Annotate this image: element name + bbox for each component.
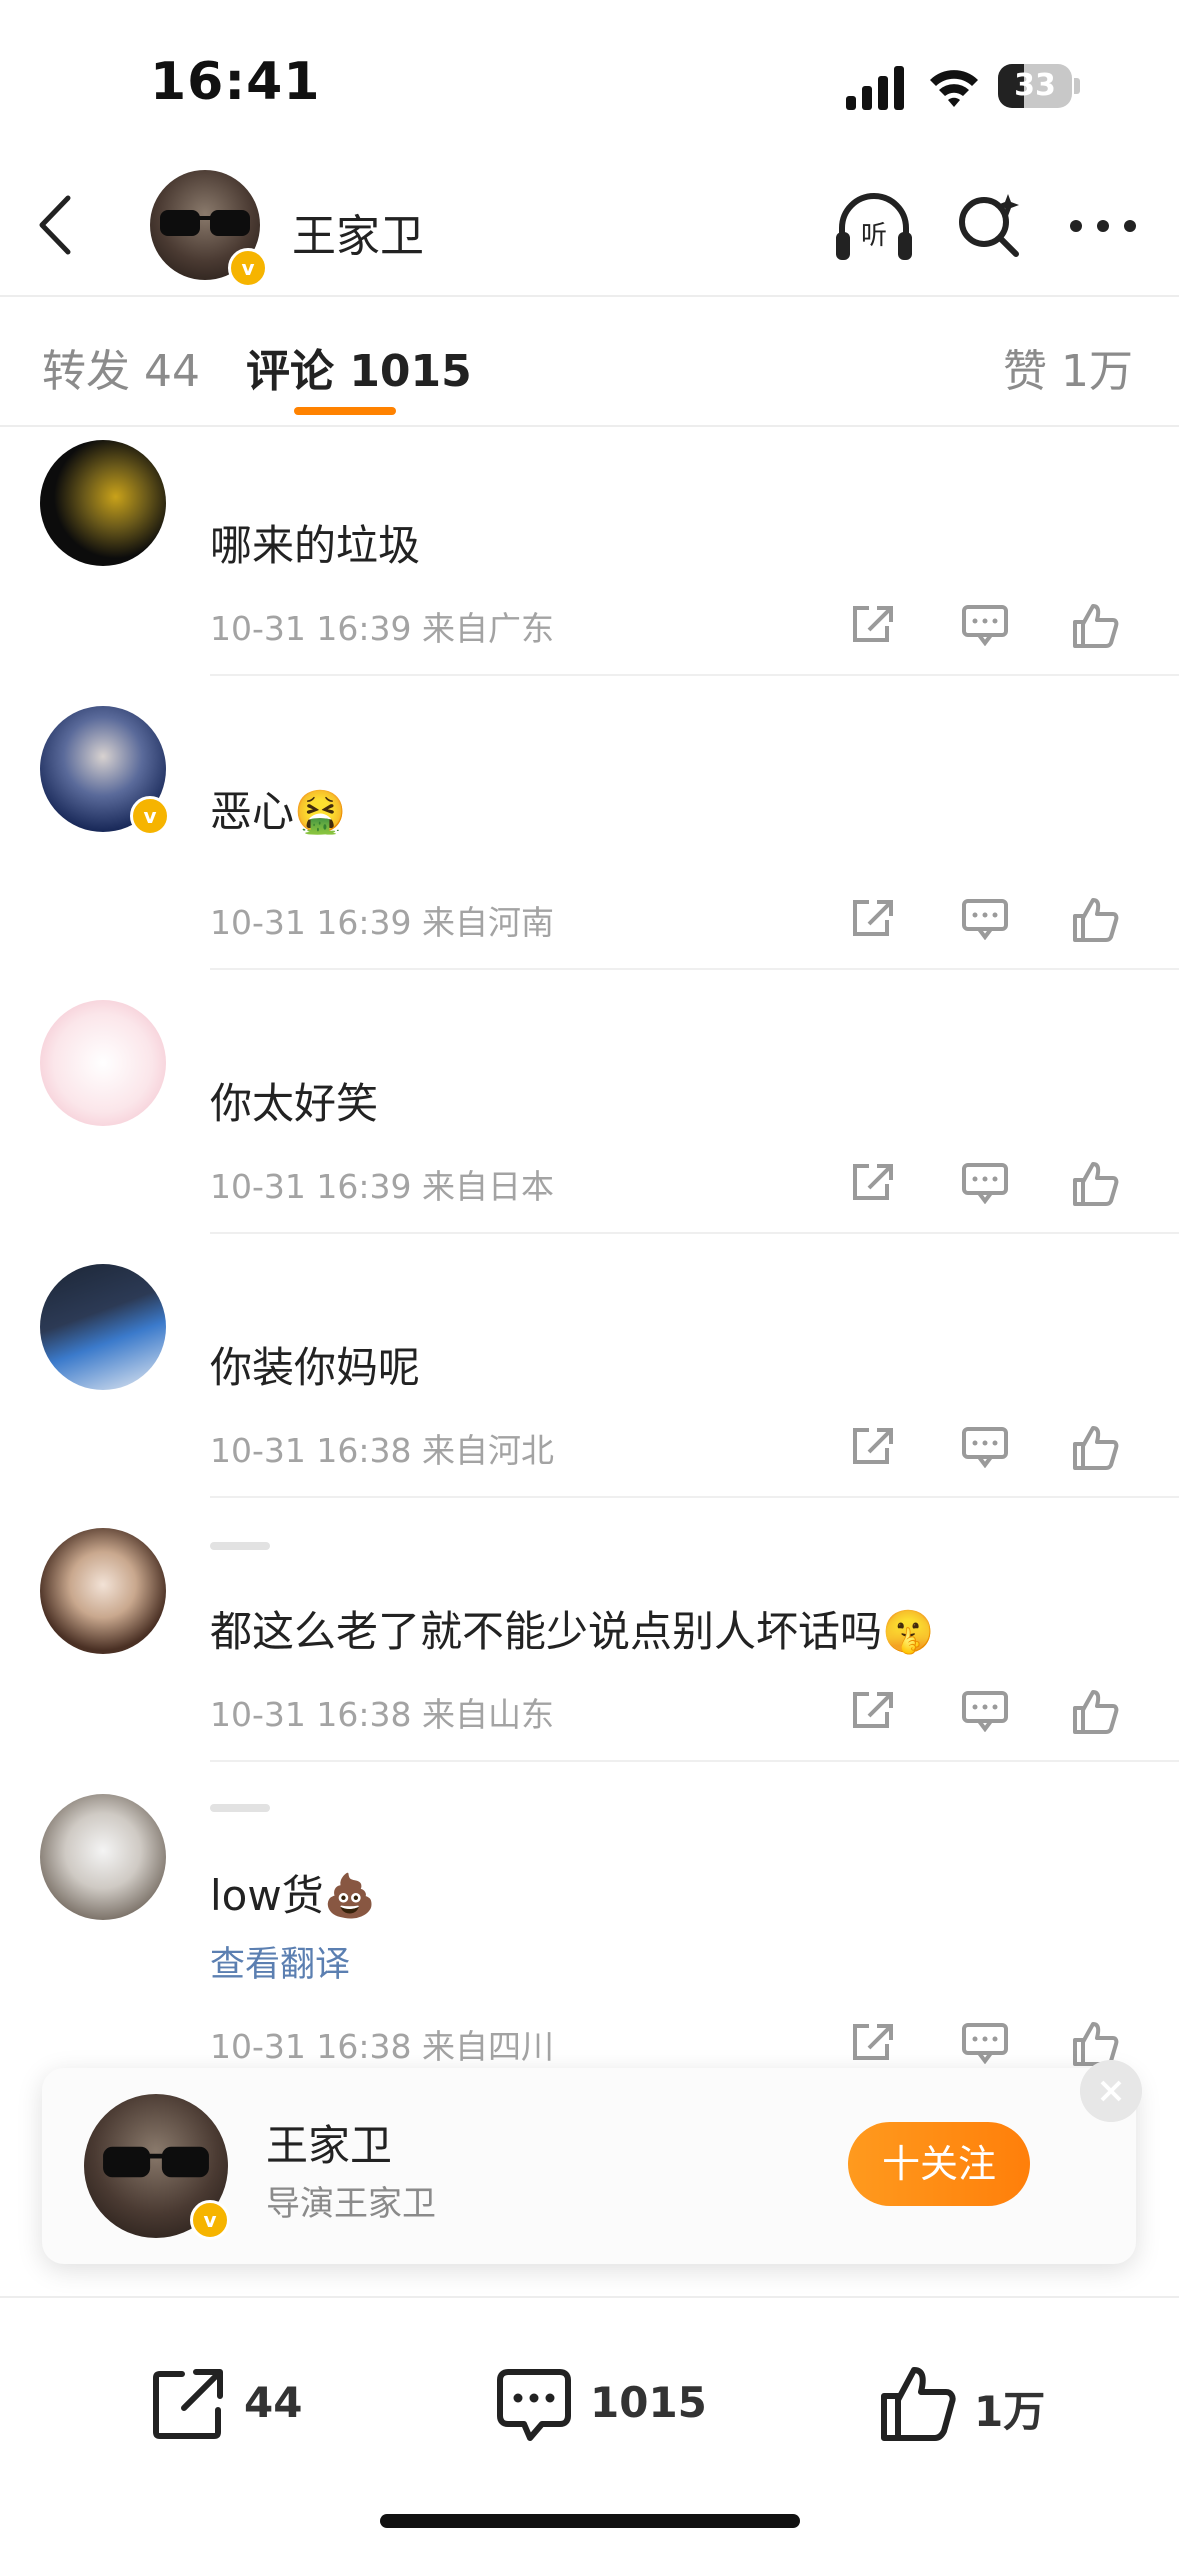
tab-likes[interactable]: 赞 1万 xyxy=(1003,335,1133,399)
comment-time: 10-31 16:38 xyxy=(210,2027,412,2066)
comment-time: 10-31 16:39 xyxy=(210,903,412,942)
svg-text:听: 听 xyxy=(861,221,887,251)
comment-meta: 10-31 16:39 来自广东 xyxy=(210,602,554,650)
repost-button[interactable]: 44 xyxy=(148,2364,308,2444)
status-bar: 16:41 33 xyxy=(0,0,1179,150)
comment-actions xyxy=(849,1418,1139,1474)
like-icon xyxy=(881,2367,956,2441)
like-count: 1万 xyxy=(974,2387,1046,2436)
comment-icon[interactable] xyxy=(961,1160,1009,1204)
comment-icon[interactable] xyxy=(961,2020,1009,2064)
commenter-avatar[interactable] xyxy=(40,440,166,566)
divider xyxy=(210,674,1179,676)
comment-location: 来自山东 xyxy=(421,1695,554,1734)
comment-text: 恶心🤮 xyxy=(210,787,347,836)
commenter-avatar[interactable] xyxy=(40,1264,166,1390)
comment-meta: 10-31 16:38 来自山东 xyxy=(210,1688,554,1736)
repost-icon xyxy=(153,2369,223,2439)
comment-location: 来自日本 xyxy=(421,1167,554,1206)
like-button[interactable]: 1万 xyxy=(878,2364,1058,2444)
comment-actions xyxy=(849,596,1139,652)
comment-text: 你装你妈呢 xyxy=(210,1343,421,1392)
divider xyxy=(210,1232,1179,1234)
popup-subtitle: 导演王家卫 xyxy=(266,2184,436,2224)
wifi-icon xyxy=(930,70,978,107)
comment-time: 10-31 16:38 xyxy=(210,1695,412,1734)
share-icon[interactable] xyxy=(849,602,897,646)
comment-actions xyxy=(849,2014,1139,2070)
comment-text: low货💩 xyxy=(210,1871,377,1920)
comment-actions xyxy=(849,890,1139,946)
signal-icon xyxy=(846,66,904,110)
repost-count: 44 xyxy=(244,2378,303,2427)
commenter-avatar[interactable] xyxy=(40,1528,166,1654)
author-name[interactable]: 王家卫 xyxy=(292,200,424,264)
comment-location: 来自四川 xyxy=(421,2027,554,2066)
comment-icon[interactable] xyxy=(961,602,1009,646)
follow-popup: v 王家卫 导演王家卫 十关注 xyxy=(42,2068,1136,2264)
divider xyxy=(210,1760,1179,1762)
comment-time: 10-31 16:39 xyxy=(210,1167,412,1206)
commenter-name xyxy=(210,1804,270,1812)
share-icon[interactable] xyxy=(849,896,897,940)
search-icon[interactable] xyxy=(954,190,1024,260)
verified-icon: v xyxy=(190,2200,230,2240)
tab-reposts[interactable]: 转发 44 xyxy=(42,335,200,399)
commenter-avatar[interactable] xyxy=(40,1000,166,1126)
share-icon[interactable] xyxy=(849,2020,897,2064)
commenter-avatar[interactable] xyxy=(40,1794,166,1920)
comment-icon[interactable] xyxy=(961,1688,1009,1732)
like-icon[interactable] xyxy=(1071,896,1119,944)
follow-button[interactable]: 十关注 xyxy=(848,2122,1030,2206)
popup-name[interactable]: 王家卫 xyxy=(266,2112,392,2173)
comment-icon[interactable] xyxy=(961,896,1009,940)
comment-meta: 10-31 16:38 来自四川 xyxy=(210,2020,554,2068)
comment-time: 10-31 16:39 xyxy=(210,609,412,648)
share-icon[interactable] xyxy=(849,1160,897,1204)
comment-button[interactable]: 1015 xyxy=(494,2364,714,2444)
listen-icon[interactable]: 听 xyxy=(832,188,916,266)
header: v 王家卫 听 xyxy=(0,160,1179,297)
close-icon[interactable] xyxy=(1080,2060,1142,2122)
more-icon[interactable] xyxy=(1068,216,1138,236)
comment-text: 你太好笑 xyxy=(210,1079,379,1128)
divider xyxy=(210,968,1179,970)
comment-count: 1015 xyxy=(590,2378,707,2427)
battery-icon: 33 xyxy=(998,64,1080,108)
comment-location: 来自广东 xyxy=(421,609,554,648)
back-icon[interactable] xyxy=(30,190,80,260)
translate-link[interactable]: 查看翻译 xyxy=(210,1936,350,1987)
tab-comments[interactable]: 评论 1015 xyxy=(246,335,472,399)
home-indicator[interactable] xyxy=(380,2514,800,2528)
comment-icon[interactable] xyxy=(961,1424,1009,1468)
like-icon[interactable] xyxy=(1071,1160,1119,1208)
divider xyxy=(210,1496,1179,1498)
comment-location: 来自河南 xyxy=(421,903,554,942)
like-icon[interactable] xyxy=(1071,1688,1119,1736)
comment-location: 来自河北 xyxy=(421,1431,554,1470)
comment-text: 都这么老了就不能少说点别人坏话吗🤫 xyxy=(210,1607,935,1656)
comment-text: 哪来的垃圾 xyxy=(210,521,421,570)
comment-meta: 10-31 16:39 来自日本 xyxy=(210,1160,554,1208)
share-icon[interactable] xyxy=(849,1688,897,1732)
comment-time: 10-31 16:38 xyxy=(210,1431,412,1470)
verified-icon: v xyxy=(228,248,268,288)
like-icon[interactable] xyxy=(1071,602,1119,650)
comment-meta: 10-31 16:38 来自河北 xyxy=(210,1424,554,1472)
commenter-name xyxy=(210,1542,270,1550)
tab-active-indicator xyxy=(294,407,396,415)
comment-meta: 10-31 16:39 来自河南 xyxy=(210,896,554,944)
battery-level: 33 xyxy=(1014,68,1056,103)
comment-actions xyxy=(849,1154,1139,1210)
status-time: 16:41 xyxy=(150,52,321,112)
tab-bar: 转发 44 评论 1015 赞 1万 xyxy=(0,297,1179,427)
comment-icon xyxy=(497,2369,571,2441)
verified-icon: v xyxy=(130,796,170,836)
comment-actions xyxy=(849,1682,1139,1738)
like-icon[interactable] xyxy=(1071,1424,1119,1472)
share-icon[interactable] xyxy=(849,1424,897,1468)
